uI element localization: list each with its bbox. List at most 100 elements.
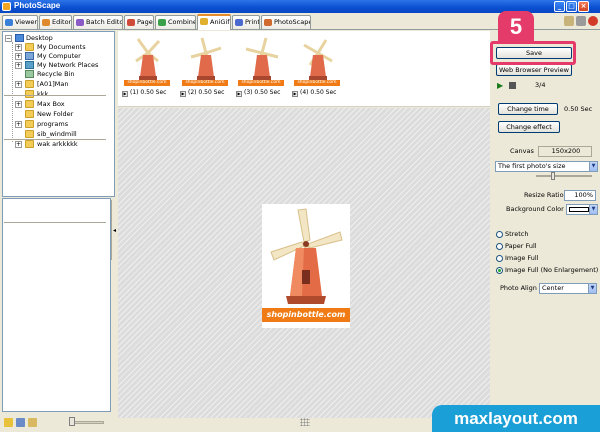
play-icon[interactable]: ▶ <box>122 91 128 97</box>
play-icon[interactable]: ▶ <box>180 91 186 97</box>
viewer-icon <box>5 19 13 26</box>
frame-strip: shopinbottle.com ▶ (1) 0.50 Sec shopinbot… <box>118 31 490 107</box>
expand-icon[interactable]: + <box>15 121 22 128</box>
frame-thumbnail[interactable]: shopinbottle.com ▶ (4) 0.50 Sec <box>292 35 344 103</box>
editor-icon <box>42 19 50 26</box>
anigif-icon <box>200 18 208 25</box>
tab-editor[interactable]: Editor <box>39 15 72 29</box>
photo-align-dropdown[interactable]: Center ▼ <box>539 283 597 294</box>
frame-counter: 3/4 <box>535 81 546 89</box>
window-title: PhotoScape <box>14 1 61 10</box>
preview-logo: shopinbottle.com <box>262 308 350 322</box>
paper-full-label: Paper Full <box>505 242 537 250</box>
resize-slider-track[interactable] <box>536 175 592 177</box>
panel-splitter[interactable]: ◂ <box>111 200 117 260</box>
collapse-icon[interactable]: − <box>5 35 12 42</box>
frame-thumbnail[interactable]: shopinbottle.com ▶ (3) 0.50 Sec <box>236 35 288 103</box>
tab-page[interactable]: Page <box>124 15 154 29</box>
change-time-button[interactable]: Change time <box>498 103 558 115</box>
canvas-label: Canvas <box>510 147 534 155</box>
frame-caption: (2) 0.50 Sec <box>188 89 225 96</box>
folder-tree[interactable]: − Desktop + My Documents + My Computer +… <box>2 31 115 197</box>
frame-logo: shopinbottle.com <box>294 80 340 86</box>
frame-caption: (1) 0.50 Sec <box>130 89 167 96</box>
chevron-down-icon[interactable]: ▼ <box>588 284 596 293</box>
page-icon <box>127 19 135 26</box>
maximize-button[interactable]: □ <box>566 1 577 12</box>
app-icon <box>2 2 11 11</box>
tab-label: Batch Editor <box>86 18 123 26</box>
minimize-button[interactable]: _ <box>554 1 565 12</box>
windmill-image <box>135 38 161 80</box>
close-button[interactable]: × <box>578 1 589 12</box>
tab-viewer[interactable]: Viewer <box>2 15 38 29</box>
stretch-label: Stretch <box>505 230 529 238</box>
play-icon[interactable]: ▶ <box>292 91 298 97</box>
tools-icon[interactable] <box>16 418 25 427</box>
tab-label: Print <box>245 18 260 26</box>
folder-icon[interactable] <box>564 16 574 26</box>
frame-logo: shopinbottle.com <box>238 80 284 86</box>
open-folder-icon[interactable] <box>28 418 37 427</box>
resize-ratio-label: Resize Ratio <box>524 191 564 199</box>
save-button-highlight <box>490 41 576 65</box>
expand-icon[interactable]: + <box>15 141 22 148</box>
radio-stretch[interactable] <box>496 231 503 238</box>
photo-align-label: Photo Align <box>500 284 537 292</box>
change-effect-button[interactable]: Change effect <box>498 121 560 133</box>
background-color-picker[interactable]: ▼ <box>566 204 598 215</box>
folder-icon <box>25 100 34 108</box>
star-icon[interactable] <box>4 418 13 427</box>
thumbnail-size-slider[interactable] <box>70 421 104 424</box>
radio-paper-full[interactable] <box>496 243 503 250</box>
radio-image-full[interactable] <box>496 255 503 262</box>
tab-label: AniGif <box>210 18 230 26</box>
tab-combine[interactable]: Combine <box>155 15 196 29</box>
settings-icon[interactable] <box>576 16 586 26</box>
tab-label: PhotoScape <box>274 18 311 26</box>
tab-batch-editor[interactable]: Batch Editor <box>73 15 123 29</box>
folder-icon <box>25 43 34 51</box>
folder-icon <box>25 130 34 138</box>
tab-photoscape[interactable]: PhotoScape <box>261 15 311 29</box>
tab-label: Viewer <box>15 18 38 26</box>
frame-logo: shopinbottle.com <box>124 80 170 86</box>
collapse-arrow-icon[interactable]: ◂ <box>113 227 116 234</box>
expand-icon[interactable]: + <box>15 53 22 60</box>
canvas-size-dropdown[interactable]: The first photo's size ▼ <box>495 161 598 172</box>
expand-icon[interactable]: + <box>15 44 22 51</box>
watermark: maxlayout.com <box>432 405 600 432</box>
canvas-size-field: 150x200 <box>538 146 592 157</box>
chevron-down-icon[interactable]: ▼ <box>589 205 597 214</box>
thumbnail-size-slider-thumb[interactable] <box>69 417 75 426</box>
frame-thumbnail[interactable]: shopinbottle.com ▶ (2) 0.50 Sec <box>180 35 232 103</box>
folder-icon <box>25 80 34 88</box>
chevron-down-icon[interactable]: ▼ <box>589 162 597 171</box>
tab-print[interactable]: Print <box>232 15 260 29</box>
tab-label: Combine <box>168 18 196 26</box>
help-icon[interactable] <box>588 16 598 26</box>
frame-caption: (3) 0.50 Sec <box>244 89 281 96</box>
frame-thumbnail[interactable]: shopinbottle.com ▶ (1) 0.50 Sec <box>122 35 174 103</box>
computer-icon <box>25 52 34 60</box>
expand-icon[interactable]: + <box>15 101 22 108</box>
radio-image-full-no-enlargement[interactable] <box>496 267 503 274</box>
dropdown-value: Center <box>542 284 564 292</box>
print-icon <box>235 19 243 26</box>
resize-ratio-input[interactable]: 100% <box>564 190 596 201</box>
frame-caption: (4) 0.50 Sec <box>300 89 337 96</box>
web-browser-preview-button[interactable]: Web Browser Preview <box>496 64 572 76</box>
stop-icon[interactable] <box>509 82 516 89</box>
resize-slider-thumb[interactable] <box>551 172 555 180</box>
play-icon[interactable]: ▶ <box>497 81 503 90</box>
frame-logo: shopinbottle.com <box>182 80 228 86</box>
folder-icon <box>25 120 34 128</box>
expand-icon[interactable]: + <box>15 62 22 69</box>
play-icon[interactable]: ▶ <box>236 91 242 97</box>
expand-icon[interactable]: + <box>15 81 22 88</box>
canvas-scroll-grip[interactable] <box>300 418 310 426</box>
recycle-bin-icon <box>25 70 34 78</box>
tab-label: Editor <box>52 18 72 26</box>
file-list-panel[interactable] <box>2 198 111 412</box>
tab-anigif[interactable]: AniGif <box>197 14 231 30</box>
